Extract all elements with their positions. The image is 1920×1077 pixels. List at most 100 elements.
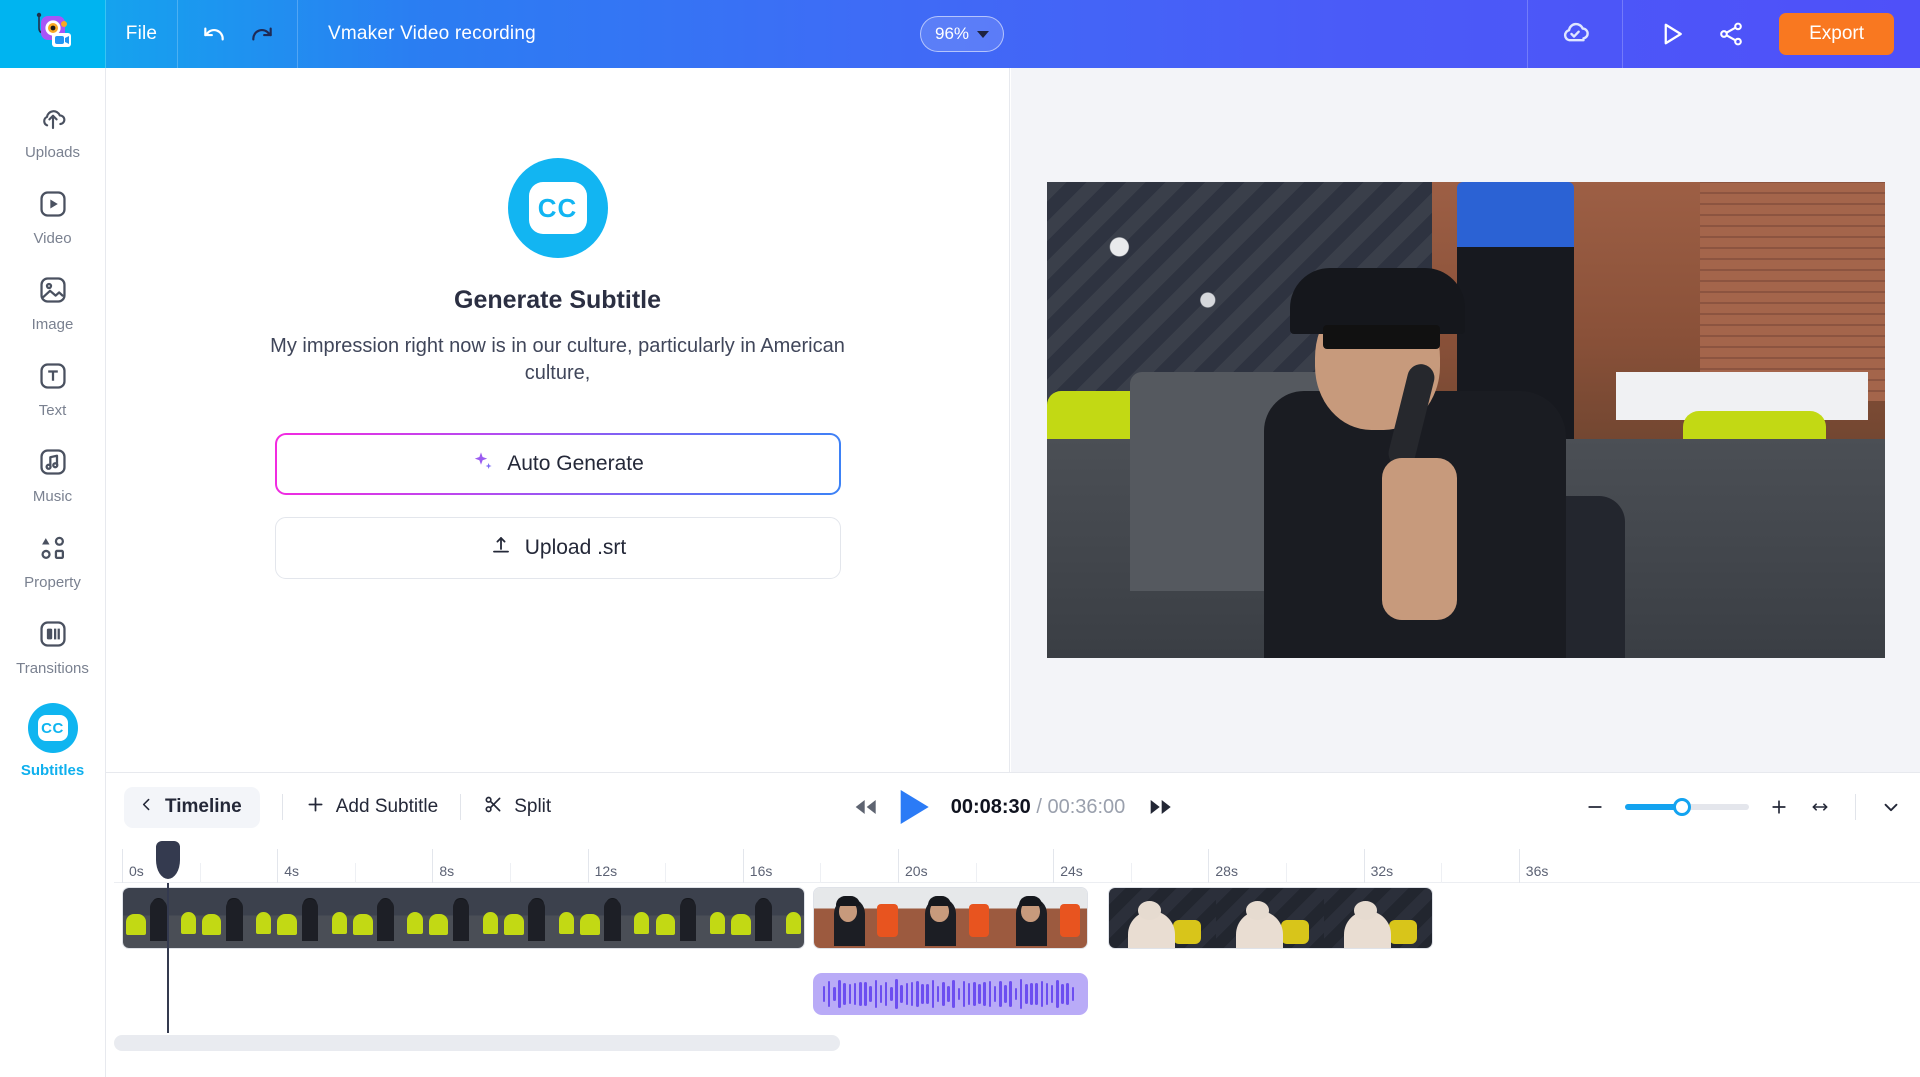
- timeline-horizontal-scrollbar[interactable]: [114, 1035, 840, 1051]
- chevron-down-icon[interactable]: [1880, 796, 1902, 818]
- upload-cloud-icon: [36, 101, 70, 135]
- ruler-tick: 8s: [432, 849, 454, 883]
- file-menu[interactable]: File: [106, 0, 178, 68]
- sidebar-item-text[interactable]: Text: [0, 346, 105, 432]
- timeline-label: Timeline: [165, 796, 242, 817]
- timeline-video-clip[interactable]: [1107, 887, 1434, 949]
- export-button[interactable]: Export: [1779, 13, 1894, 55]
- toolbar-divider: [1855, 794, 1856, 820]
- timeline-toolbar: Timeline Add Subtitle Split 00:08:30 / 0…: [106, 773, 1920, 841]
- sidebar-item-image[interactable]: Image: [0, 260, 105, 346]
- minus-icon[interactable]: [1585, 797, 1605, 817]
- timeline-ruler[interactable]: 0s 4s 8s 12s 16s 20s 24s 28s 32s 36s: [114, 841, 1920, 883]
- upload-arrow-icon: [489, 533, 513, 563]
- cloud-saved-button[interactable]: [1527, 0, 1624, 68]
- cc-badge-icon: CC: [507, 158, 608, 258]
- video-preview-frame[interactable]: [1046, 182, 1885, 658]
- timeline-video-clip[interactable]: [122, 887, 805, 949]
- undo-redo-group: [178, 0, 298, 68]
- clip-thumbnail: [123, 888, 199, 948]
- toolbar-divider: [460, 794, 462, 820]
- music-icon: [36, 445, 70, 479]
- sidebar-item-property[interactable]: Property: [0, 518, 105, 604]
- ruler-tick: 24s: [1053, 849, 1083, 883]
- video-preview-panel: [1011, 68, 1920, 772]
- ruler-tick-minor: [199, 863, 207, 883]
- ruler-tick-minor: [665, 863, 672, 883]
- clip-thumbnail: [904, 888, 996, 948]
- redo-icon[interactable]: [249, 21, 275, 47]
- sidebar-item-label: Image: [31, 316, 74, 333]
- ruler-tick-minor: [1441, 863, 1448, 883]
- split-button[interactable]: Split: [483, 794, 551, 821]
- image-icon: [36, 273, 70, 307]
- time-separator: /: [1036, 795, 1042, 818]
- ruler-tick: 4s: [277, 849, 299, 883]
- ruler-tick-minor: [820, 863, 827, 883]
- zoom-level-value: 96%: [935, 24, 970, 43]
- sidebar-item-transitions[interactable]: Transitions: [0, 604, 105, 690]
- chevron-left-icon: [138, 796, 155, 819]
- property-icon: [36, 531, 70, 565]
- clip-thumbnail: [652, 888, 729, 948]
- plus-icon[interactable]: [1769, 797, 1789, 817]
- ruler-tick-minor: [354, 863, 362, 883]
- clip-thumbnail: [813, 888, 905, 948]
- playhead[interactable]: [155, 841, 180, 1033]
- ruler-tick-minor: [975, 863, 983, 883]
- share-icon[interactable]: [1717, 20, 1745, 48]
- sidebar-item-music[interactable]: Music: [0, 432, 105, 518]
- app-logo[interactable]: [0, 0, 106, 68]
- left-sidebar: Uploads Video Image Text Music Property …: [0, 68, 106, 1077]
- chevron-down-icon: [977, 30, 990, 38]
- ruler-tick: 36s: [1518, 849, 1548, 883]
- ruler-tick-minor: [510, 863, 517, 883]
- subtitle-panel: CC Generate Subtitle My impression right…: [106, 68, 1010, 772]
- file-menu-label: File: [125, 23, 158, 44]
- playhead-handle[interactable]: [155, 841, 180, 879]
- timeline-video-clip[interactable]: [812, 887, 1089, 949]
- timeline-back-button[interactable]: Timeline: [124, 786, 260, 828]
- upload-srt-button[interactable]: Upload .srt: [274, 517, 841, 579]
- sidebar-item-label: Property: [24, 574, 81, 591]
- rewind-icon[interactable]: [853, 796, 879, 818]
- upload-srt-label: Upload .srt: [524, 536, 627, 559]
- sidebar-item-video[interactable]: Video: [0, 174, 105, 260]
- sidebar-item-uploads[interactable]: Uploads: [0, 88, 105, 174]
- transport-controls: 00:08:30 / 00:36:00: [853, 790, 1174, 824]
- timeline-tracks: [114, 841, 1920, 1033]
- ruler-tick: 16s: [742, 849, 772, 883]
- cc-icon-label: CC: [37, 715, 68, 741]
- fast-forward-icon[interactable]: [1147, 796, 1173, 818]
- audio-waveform: [813, 973, 1085, 1015]
- text-icon: [36, 359, 70, 393]
- clip-thumbnail: [995, 888, 1088, 948]
- sidebar-item-label: Video: [33, 230, 72, 247]
- clip-thumbnail: [274, 888, 350, 948]
- sidebar-item-label: Transitions: [16, 660, 89, 677]
- clip-thumbnail: [576, 888, 653, 948]
- cloud-saved-icon: [1558, 15, 1592, 54]
- ruler-tick: 12s: [587, 849, 617, 883]
- scissors-icon: [483, 794, 504, 821]
- clip-thumbnail: [349, 888, 426, 948]
- clip-thumbnail: [728, 888, 804, 948]
- zoom-slider[interactable]: [1625, 798, 1749, 816]
- fit-width-icon[interactable]: [1809, 797, 1831, 817]
- add-subtitle-button[interactable]: Add Subtitle: [305, 794, 438, 821]
- add-subtitle-label: Add Subtitle: [335, 796, 439, 817]
- ruler-tick: 32s: [1363, 849, 1393, 883]
- undo-icon[interactable]: [201, 21, 227, 47]
- cc-badge-label: CC: [528, 182, 587, 234]
- auto-generate-button[interactable]: Auto Generate: [275, 433, 841, 495]
- transitions-icon: [36, 617, 70, 651]
- cc-icon: CC: [27, 703, 78, 753]
- app-header: File Vmaker Video recording 96% Export: [0, 0, 1920, 68]
- ruler-tick: 0s: [122, 849, 144, 883]
- preview-play-icon[interactable]: [1657, 19, 1687, 49]
- timeline-audio-clip[interactable]: [812, 973, 1089, 1015]
- clip-thumbnail: [1216, 888, 1325, 948]
- play-icon[interactable]: [900, 790, 929, 824]
- zoom-level-selector[interactable]: 96%: [920, 16, 1005, 52]
- sidebar-item-subtitles[interactable]: CC Subtitles: [0, 690, 105, 792]
